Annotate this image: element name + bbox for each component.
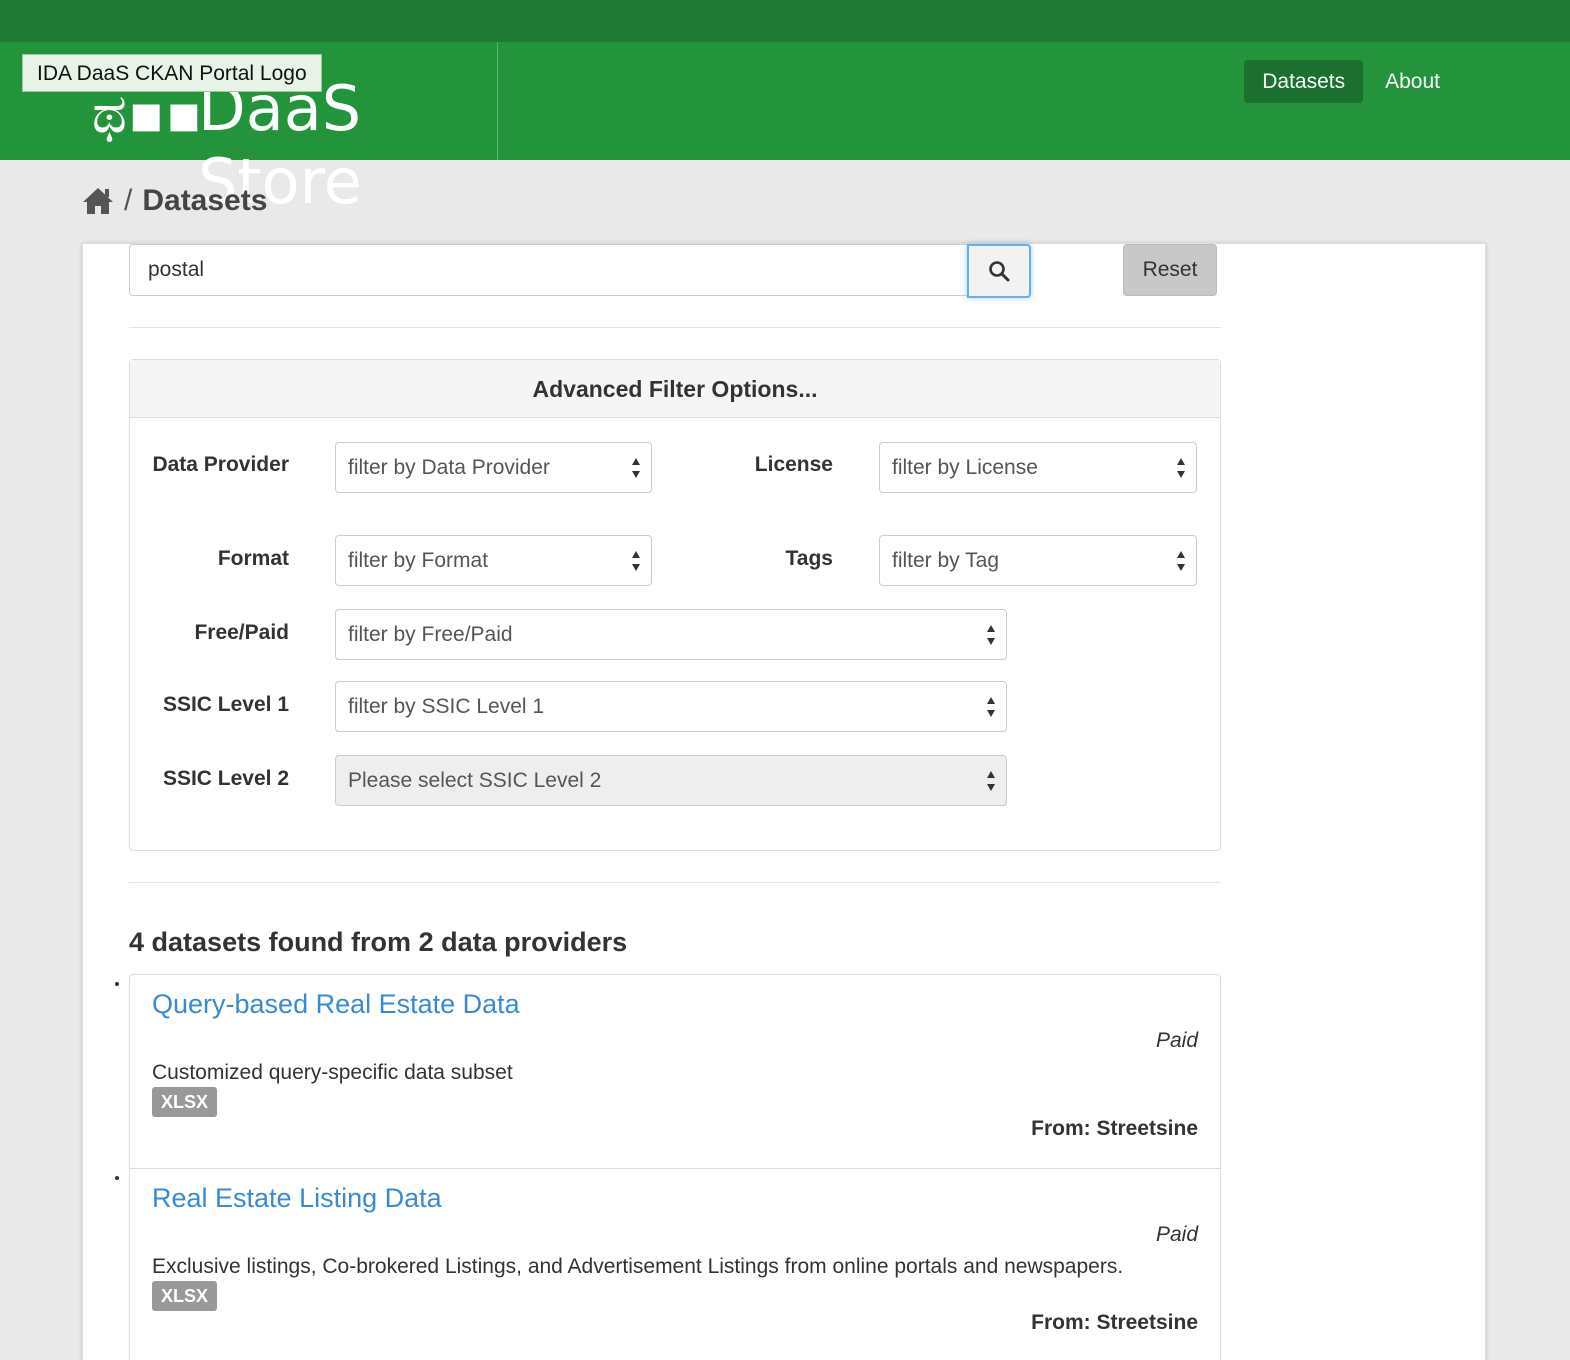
filter-label-tags: Tags bbox=[785, 547, 833, 570]
ssic-level-1-select[interactable]: filter by SSIC Level 1 bbox=[335, 681, 1007, 732]
free-paid-select-value: filter by Free/Paid bbox=[348, 623, 513, 646]
dataset-item: Query-based Real Estate Data Paid Custom… bbox=[130, 975, 1220, 1169]
breadcrumb-current: Datasets bbox=[142, 184, 268, 217]
dataset-provider: From: Streetsine bbox=[1031, 1311, 1198, 1334]
home-icon[interactable] bbox=[82, 186, 114, 216]
reset-button[interactable]: Reset bbox=[1123, 244, 1217, 296]
ssic-level-1-select-value: filter by SSIC Level 1 bbox=[348, 695, 545, 718]
results-provider-count: 2 bbox=[418, 927, 434, 957]
dataset-title-link[interactable]: Query-based Real Estate Data bbox=[152, 989, 520, 1020]
tags-select-value: filter by Tag bbox=[892, 549, 999, 572]
filter-label-format: Format bbox=[217, 547, 289, 570]
advanced-filter-panel: Advanced Filter Options... Data Provider… bbox=[129, 359, 1221, 851]
logo-link[interactable]: ಥ▪▪ DaaS Store IDA DaaS CKAN Portal Logo bbox=[0, 42, 498, 218]
results-text-mid: datasets found from bbox=[144, 927, 419, 957]
masthead: ಥ▪▪ DaaS Store IDA DaaS CKAN Portal Logo… bbox=[0, 42, 1570, 218]
dataset-provider: From: Streetsine bbox=[1031, 1117, 1198, 1140]
free-paid-select[interactable]: filter by Free/Paid bbox=[335, 609, 1007, 660]
select-arrows-icon bbox=[632, 551, 640, 571]
filter-label-free-paid: Free/Paid bbox=[194, 621, 289, 644]
divider bbox=[129, 327, 1221, 328]
dataset-description: Exclusive listings, Co-brokered Listings… bbox=[152, 1255, 1124, 1278]
select-arrows-icon bbox=[987, 625, 995, 645]
breadcrumb-separator: / bbox=[124, 184, 133, 217]
ssic-level-2-select: Please select SSIC Level 2 bbox=[335, 755, 1007, 806]
search-input[interactable] bbox=[129, 244, 969, 296]
filter-label-license: License bbox=[754, 453, 833, 476]
dataset-description: Customized query-specific data subset bbox=[152, 1061, 513, 1084]
filter-label-data-provider: Data Provider bbox=[152, 453, 289, 476]
results-count: 4 bbox=[129, 927, 145, 957]
format-badge: XLSX bbox=[152, 1281, 218, 1311]
select-arrows-icon bbox=[1177, 551, 1185, 571]
nav-datasets[interactable]: Datasets bbox=[1244, 60, 1364, 103]
data-provider-select[interactable]: filter by Data Provider bbox=[335, 442, 652, 493]
select-arrows-icon bbox=[987, 697, 995, 717]
results-text-end: data providers bbox=[433, 927, 628, 957]
dataset-price: Paid bbox=[1155, 1029, 1198, 1052]
select-arrows-icon bbox=[1177, 458, 1185, 478]
top-strip bbox=[0, 0, 1570, 42]
license-select-value: filter by License bbox=[892, 456, 1038, 479]
select-arrows-icon bbox=[987, 771, 995, 791]
tags-select[interactable]: filter by Tag bbox=[879, 535, 1197, 586]
search-icon bbox=[989, 261, 1010, 282]
logo-alt-text: IDA DaaS CKAN Portal Logo bbox=[22, 54, 322, 92]
results-summary: 4 datasets found from 2 data providers bbox=[129, 927, 627, 958]
dataset-title-link[interactable]: Real Estate Listing Data bbox=[152, 1183, 442, 1214]
format-select[interactable]: filter by Format bbox=[335, 535, 652, 586]
search-button[interactable] bbox=[967, 244, 1031, 298]
dataset-price: Paid bbox=[1155, 1223, 1198, 1246]
format-select-value: filter by Format bbox=[348, 549, 489, 572]
content-panel: Reset Advanced Filter Options... Data Pr… bbox=[82, 243, 1486, 1360]
nav-about[interactable]: About bbox=[1367, 60, 1458, 103]
divider bbox=[129, 882, 1221, 883]
format-badge: XLSX bbox=[152, 1087, 218, 1117]
ssic-level-2-select-value: Please select SSIC Level 2 bbox=[348, 769, 602, 792]
dataset-list: Query-based Real Estate Data Paid Custom… bbox=[129, 974, 1221, 1360]
select-arrows-icon bbox=[632, 458, 640, 478]
dataset-item: Real Estate Listing Data Paid Exclusive … bbox=[130, 1169, 1220, 1360]
breadcrumb: / Datasets bbox=[82, 184, 267, 218]
data-provider-select-value: filter by Data Provider bbox=[348, 456, 550, 479]
main-nav: Datasets About bbox=[1244, 60, 1458, 103]
filter-label-ssic-level-2: SSIC Level 2 bbox=[162, 767, 289, 790]
filter-panel-title: Advanced Filter Options... bbox=[130, 360, 1220, 418]
license-select[interactable]: filter by License bbox=[879, 442, 1197, 493]
filter-label-ssic-level-1: SSIC Level 1 bbox=[162, 693, 289, 716]
